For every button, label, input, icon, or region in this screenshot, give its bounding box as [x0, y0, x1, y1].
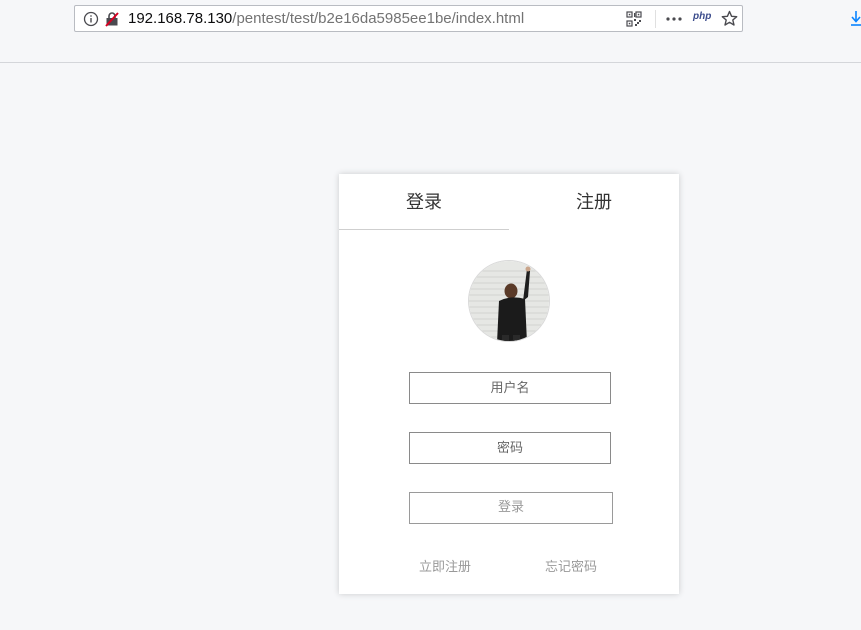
password-input[interactable]: [409, 432, 611, 464]
more-actions-icon[interactable]: [665, 11, 682, 27]
login-button[interactable]: 登录: [409, 492, 613, 524]
browser-toolbar: 192.168.78.130/pentest/test/b2e16da5985e…: [0, 0, 861, 63]
register-now-link[interactable]: 立即注册: [419, 556, 471, 575]
url-text[interactable]: 192.168.78.130/pentest/test/b2e16da5985e…: [128, 10, 524, 28]
active-tab-underline: [339, 229, 509, 230]
username-input[interactable]: [409, 372, 611, 404]
login-card: 登录 注册 登录 立即注册 忘记密码: [339, 174, 679, 594]
forgot-password-link[interactable]: 忘记密码: [545, 556, 597, 575]
bookmark-star-icon[interactable]: [721, 10, 738, 26]
url-path: /pentest/test/b2e16da5985ee1be/index.htm…: [232, 10, 525, 27]
qr-code-icon[interactable]: [626, 11, 642, 27]
url-bar-separator: [655, 10, 656, 28]
insecure-lock-icon[interactable]: [104, 11, 120, 27]
avatar: [468, 260, 550, 342]
url-host: 192.168.78.130: [128, 10, 233, 27]
url-bar[interactable]: 192.168.78.130/pentest/test/b2e16da5985e…: [74, 5, 743, 32]
download-icon[interactable]: [851, 11, 861, 27]
php-extension-icon[interactable]: php: [693, 11, 711, 22]
tab-register[interactable]: 注册: [509, 174, 679, 230]
tab-login[interactable]: 登录: [339, 174, 509, 230]
info-icon[interactable]: [83, 11, 99, 27]
